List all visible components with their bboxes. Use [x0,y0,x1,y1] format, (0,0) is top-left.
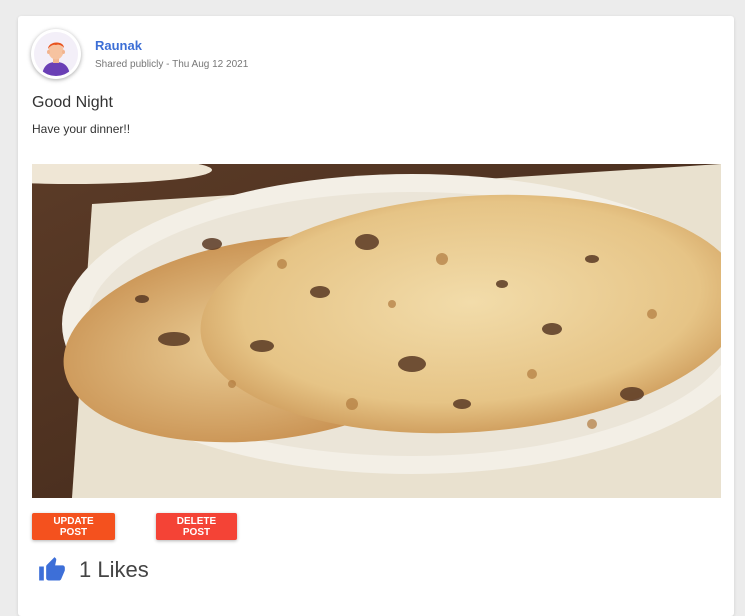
likes-row: 1 Likes [38,556,149,584]
likes-count: 1 Likes [79,557,149,582]
update-post-button[interactable]: UPDATE POST [32,513,115,540]
thumbs-up-icon[interactable] [38,556,66,584]
post-body: Have your dinner!! [32,122,131,136]
post-meta: Shared publicly - Thu Aug 12 2021 [95,59,249,70]
user-avatar-icon [34,32,78,76]
post-title: Good Night [32,94,113,111]
post-image [32,164,721,498]
post-card: Raunak Shared publicly - Thu Aug 12 2021… [18,16,734,616]
author-name-link[interactable]: Raunak [95,38,142,53]
avatar[interactable] [31,29,81,79]
delete-post-button[interactable]: DELETE POST [156,513,237,540]
